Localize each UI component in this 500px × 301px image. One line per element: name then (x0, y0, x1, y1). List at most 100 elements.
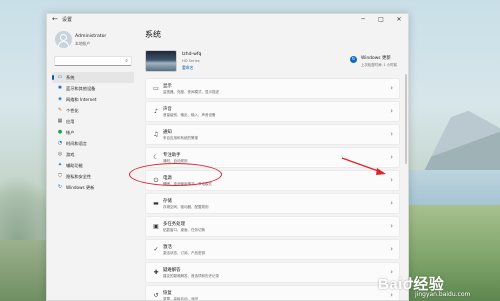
row-subtitle: 音量级别、输出、输入、声音设备 (163, 113, 216, 117)
row-subtitle: 存储空间、驱动器、配置规则 (163, 205, 209, 209)
chevron-right-icon: › (390, 222, 393, 230)
speaker-icon: ♪ (154, 108, 158, 115)
update-icon: ↻ (350, 56, 357, 63)
sidebar-item-label: 应用 (66, 119, 75, 124)
sidebar-item-10[interactable]: ↻ Windows 更新 (52, 182, 134, 193)
moon-icon: ☾ (153, 154, 159, 161)
settings-row[interactable]: ▭ 显示 监视器、亮度、夜间模式、显示描述 › (145, 78, 400, 99)
row-subtitle: 贴靠窗口、桌面、任务切换 (163, 228, 205, 232)
row-title: 多任务处理 (163, 222, 185, 227)
search-input[interactable]: ⌕ (54, 56, 132, 66)
back-arrow-icon[interactable]: ← (52, 15, 58, 23)
sidebar-item-label: 系统 (66, 75, 75, 80)
row-subtitle: 来自应用和系统的警报 (163, 136, 198, 140)
user-name: Administrator (75, 34, 107, 39)
row-subtitle: 激活状态、订阅、产品密钥 (163, 251, 205, 255)
account-icon: ● (57, 129, 63, 135)
check-icon: ✓ (153, 246, 159, 253)
row-title: 声音 (163, 107, 172, 112)
chevron-right-icon: › (390, 199, 393, 207)
update-title: Windows 更新 (361, 56, 391, 61)
wifi-icon: ◈ (58, 96, 62, 102)
chevron-right-icon: › (390, 107, 393, 115)
gamepad-icon: ◎ (57, 151, 63, 157)
recovery-icon: ↺ (153, 292, 159, 299)
settings-row[interactable]: ♫ 通知 来自应用和系统的警报 › (145, 124, 400, 145)
sidebar-item-8[interactable]: ✦ 辅助功能 (52, 160, 134, 171)
close-button[interactable]: ✕ (390, 14, 408, 26)
sidebar-item-3[interactable]: ✎ 个性化 (52, 105, 134, 116)
device-model: HD Series (182, 59, 200, 63)
sidebar-item-label: 时间和语言 (66, 141, 87, 146)
sidebar-nav: ▭ 系统 ✱ 蓝牙和其他设备 ◈ 网络和 Internet ✎ 个性化 ▦ 应用 ● 帐户 ◔ 时间和语言… (52, 72, 134, 193)
page-title: 系统 (145, 30, 161, 39)
watermark-url: jingyan.baidu.com (415, 291, 471, 298)
row-title: 专注助手 (163, 153, 181, 158)
sidebar-item-label: 网络和 Internet (66, 97, 97, 102)
row-title: 通知 (163, 130, 172, 135)
wallpaper-grass-left (0, 240, 50, 301)
sidebar-item-label: 辅助功能 (66, 163, 83, 168)
storage-icon: ▬ (153, 200, 159, 207)
update-subtitle: 上次检查时间: 1 小时前 (361, 63, 397, 67)
chevron-right-icon: › (390, 130, 393, 138)
sidebar-item-2[interactable]: ◈ 网络和 Internet (52, 94, 134, 105)
sidebar-item-7[interactable]: ◎ 游戏 (52, 149, 134, 160)
row-title: 存储 (163, 199, 172, 204)
search-icon: ⌕ (125, 58, 128, 64)
sidebar-item-label: Windows 更新 (66, 185, 95, 190)
settings-row[interactable]: ↺ 恢复 重置、高级启动、返回 › (145, 285, 400, 301)
chevron-right-icon: › (390, 176, 393, 184)
chevron-right-icon: › (390, 84, 393, 92)
chevron-right-icon: › (390, 245, 393, 253)
accessibility-icon: ✦ (57, 162, 63, 168)
device-thumbnail (145, 50, 177, 72)
avatar (55, 31, 72, 48)
minimize-button[interactable]: ─ (354, 14, 372, 26)
avatar-head-icon (60, 34, 67, 41)
scrollbar[interactable] (405, 74, 407, 164)
shield-icon: ⛉ (58, 173, 62, 179)
row-subtitle: 建议的疑难解答、首选项和历史记录 (163, 274, 219, 278)
sidebar-item-label: 帐户 (66, 130, 75, 135)
update-icon: ↻ (57, 184, 63, 190)
clock-globe-icon: ◔ (57, 140, 63, 146)
row-title: 疑难解答 (163, 268, 181, 273)
sidebar-item-4[interactable]: ▦ 应用 (52, 116, 134, 127)
settings-row[interactable]: ♪ 声音 音量级别、输出、输入、声音设备 › (145, 101, 400, 122)
sidebar-item-label: 隐私和安全性 (66, 174, 92, 179)
settings-row[interactable]: ▬ 存储 存储空间、驱动器、配置规则 › (145, 193, 400, 214)
sidebar-item-6[interactable]: ◔ 时间和语言 (52, 138, 134, 149)
sidebar-item-5[interactable]: ● 帐户 (52, 127, 134, 138)
wrench-icon: ✚ (153, 269, 159, 276)
baidu-watermark: Baiժ经验 jingyan.baidu.com (375, 273, 500, 301)
title-bar: ← 设置 ─ □ ✕ (47, 14, 408, 27)
settings-list: ▭ 显示 监视器、亮度、夜间模式、显示描述 › ♪ 声音 音量级别、输出、输入、声音设备 › ♫… (145, 78, 400, 301)
settings-row[interactable]: ▣ 多任务处理 贴靠窗口、桌面、任务切换 › (145, 216, 400, 237)
rename-link[interactable]: 重命名 (182, 65, 193, 71)
settings-row[interactable]: ✚ 疑难解答 建议的疑难解答、首选项和历史记录 › (145, 262, 400, 283)
row-title: 显示 (163, 84, 172, 89)
monitor-icon: ▭ (57, 74, 63, 80)
bluetooth-icon: ✱ (57, 85, 63, 91)
highlight-circle (129, 163, 222, 186)
row-title: 恢复 (163, 291, 172, 296)
sidebar-item-label: 蓝牙和其他设备 (66, 86, 96, 91)
device-name: lzhd-wfq (182, 52, 202, 57)
sidebar-item-9[interactable]: ⛉ 隐私和安全性 (52, 171, 134, 182)
chevron-right-icon: › (390, 153, 393, 161)
maximize-button[interactable]: □ (372, 14, 390, 26)
row-subtitle: 重置、高级启动、返回 (163, 297, 198, 301)
settings-window: ← 设置 ─ □ ✕ Administrator 本地帐户 ⌕ ▭ 系统 ✱ 蓝牙和其… (46, 13, 409, 301)
settings-row[interactable]: ✓ 激活 激活状态、订阅、产品密钥 › (145, 239, 400, 260)
avatar-body-icon (58, 41, 69, 47)
display-icon: ▭ (153, 85, 159, 92)
user-role: 本地帐户 (75, 41, 91, 46)
multitask-icon: ▣ (153, 223, 159, 230)
sidebar-item-0[interactable]: ▭ 系统 (52, 72, 134, 83)
bell-icon: ♫ (153, 131, 159, 138)
row-subtitle: 监视器、亮度、夜间模式、显示描述 (163, 90, 219, 94)
apps-icon: ▦ (57, 118, 63, 124)
sidebar-item-label: 游戏 (66, 152, 75, 157)
sidebar-item-1[interactable]: ✱ 蓝牙和其他设备 (52, 83, 134, 94)
